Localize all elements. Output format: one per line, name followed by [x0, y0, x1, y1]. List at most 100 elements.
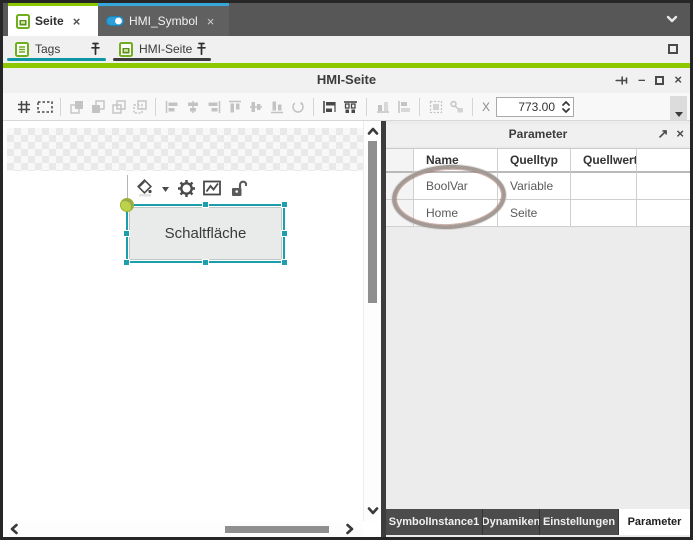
close-icon[interactable]: × — [207, 14, 215, 29]
tab-hmi-symbol-label: HMI_Symbol — [129, 14, 198, 28]
hmi-button-label: Schaltfläche — [165, 225, 247, 242]
tab-symbolinstance[interactable]: SymbolInstance1 — [386, 509, 483, 535]
parameter-panel-header: Parameter ↗ × — [386, 124, 690, 146]
page-document-icon — [16, 14, 30, 29]
tab-tags[interactable]: Tags — [15, 38, 99, 60]
horizontal-scrollbar[interactable] — [3, 521, 363, 537]
bring-forward-icon[interactable] — [108, 97, 129, 117]
toolbar-overflow-button[interactable] — [670, 96, 687, 120]
transparency-checker-band — [7, 128, 363, 171]
resize-handle-right[interactable] — [281, 230, 288, 237]
document-tab-bar: Seite × HMI_Symbol × — [3, 3, 690, 36]
send-to-back-icon[interactable] — [87, 97, 108, 117]
scroll-left-icon[interactable] — [7, 522, 21, 536]
row-selector-header — [386, 149, 414, 173]
same-height-icon[interactable] — [393, 97, 414, 117]
distribute-vertical-icon[interactable] — [340, 97, 361, 117]
bring-to-front-icon[interactable] — [66, 97, 87, 117]
tags-list-icon — [15, 42, 29, 57]
fill-color-icon[interactable] — [134, 177, 156, 199]
cell-quellwert[interactable] — [571, 173, 637, 200]
close-icon[interactable]: × — [676, 126, 684, 142]
scroll-right-icon[interactable] — [343, 522, 357, 536]
x-coordinate-stepper[interactable]: 773.00 — [496, 97, 574, 117]
close-icon[interactable]: × — [73, 14, 81, 29]
settings-gear-icon[interactable] — [175, 177, 197, 199]
tab-hmi-symbol[interactable]: HMI_Symbol × — [98, 3, 229, 36]
pin-horizontal-icon[interactable] — [614, 74, 628, 87]
tab-seite[interactable]: Seite × — [8, 3, 98, 36]
scroll-up-icon[interactable] — [366, 124, 380, 138]
maximize-icon[interactable] — [668, 44, 678, 54]
resize-handle-bottom-right[interactable] — [281, 259, 288, 266]
app-window: Seite × HMI_Symbol × Tags HMI-Seite HMI-… — [0, 0, 693, 540]
maximize-icon[interactable] — [655, 76, 664, 85]
minimize-icon[interactable]: – — [638, 71, 645, 89]
active-view-underline — [7, 58, 106, 61]
column-header-quelltyp[interactable]: Quelltyp — [498, 149, 571, 173]
align-top-icon[interactable] — [224, 97, 245, 117]
vertical-scroll-thumb[interactable] — [368, 141, 377, 303]
toggle-icon — [106, 16, 124, 26]
align-center-icon[interactable] — [182, 97, 203, 117]
tab-hmi-seite[interactable]: HMI-Seite — [119, 38, 205, 60]
float-panel-icon[interactable]: ↗ — [658, 126, 669, 142]
pinned-tab-bar: Tags HMI-Seite — [3, 36, 690, 63]
align-right-icon[interactable] — [203, 97, 224, 117]
resize-handle-top[interactable] — [202, 201, 209, 208]
tab-einstellungen[interactable]: Einstellungen — [540, 509, 619, 535]
parameter-panel: Parameter ↗ × Name Quelltyp Quellwert Bo… — [386, 121, 690, 537]
page-document-icon — [119, 42, 133, 57]
main-area: Schaltfläche — [3, 121, 690, 537]
close-icon[interactable]: × — [674, 71, 682, 89]
rotate-icon[interactable] — [287, 97, 308, 117]
scroll-down-icon[interactable] — [366, 504, 380, 518]
resize-handle-top-right[interactable] — [281, 201, 288, 208]
dynamics-chart-icon[interactable] — [201, 177, 223, 199]
editor-toolbar: X 773.00 — [3, 93, 690, 121]
pin-icon[interactable] — [195, 42, 208, 56]
cell-quelltyp[interactable]: Variable — [498, 173, 571, 200]
selected-element-frame[interactable]: Schaltfläche — [126, 204, 285, 263]
chevron-down-icon[interactable] — [664, 11, 682, 29]
grid-icon[interactable] — [13, 97, 34, 117]
cell-filler — [637, 173, 690, 200]
stepper-arrows-icon[interactable] — [559, 98, 573, 116]
resize-handle-bottom-left[interactable] — [123, 259, 130, 266]
cell-quelltyp[interactable]: Seite — [498, 200, 571, 227]
tab-parameter[interactable]: Parameter — [619, 509, 690, 535]
pin-icon[interactable] — [89, 42, 102, 56]
tab-seite-label: Seite — [35, 14, 64, 28]
design-canvas[interactable]: Schaltfläche — [3, 121, 381, 537]
align-bottom-icon[interactable] — [266, 97, 287, 117]
column-header-filler — [637, 149, 690, 173]
document-title-bar: HMI-Seite – × — [3, 68, 690, 93]
marquee-select-icon[interactable] — [34, 97, 55, 117]
dropdown-caret-icon[interactable] — [162, 179, 169, 197]
send-backward-icon[interactable] — [129, 97, 150, 117]
rotation-handle[interactable] — [120, 198, 134, 212]
element-mini-toolbar — [127, 175, 249, 201]
triangle-down-icon — [675, 112, 683, 117]
panel-bottom-tabs: SymbolInstance1 Dynamiken Einstellungen … — [386, 509, 690, 535]
link-nodes-icon[interactable] — [446, 97, 467, 117]
resize-handle-bottom[interactable] — [202, 259, 209, 266]
horizontal-scroll-thumb[interactable] — [225, 526, 329, 533]
column-header-quellwert[interactable]: Quellwert — [571, 149, 637, 173]
hmi-button[interactable]: Schaltfläche — [129, 207, 282, 260]
x-coordinate-label: X — [482, 100, 490, 114]
tab-dynamiken[interactable]: Dynamiken — [483, 509, 540, 535]
resize-handle-left[interactable] — [123, 230, 130, 237]
same-width-icon[interactable] — [372, 97, 393, 117]
vertical-scrollbar[interactable] — [363, 121, 381, 521]
unlock-icon[interactable] — [227, 177, 249, 199]
inactive-view-underline — [113, 58, 211, 61]
distribute-horizontal-icon[interactable] — [319, 97, 340, 117]
align-left-icon[interactable] — [161, 97, 182, 117]
align-middle-icon[interactable] — [245, 97, 266, 117]
cell-quellwert[interactable] — [571, 200, 637, 227]
tab-tags-label: Tags — [35, 42, 60, 56]
group-icon[interactable] — [425, 97, 446, 117]
page-title: HMI-Seite — [3, 72, 690, 87]
x-coordinate-value[interactable]: 773.00 — [497, 100, 559, 114]
